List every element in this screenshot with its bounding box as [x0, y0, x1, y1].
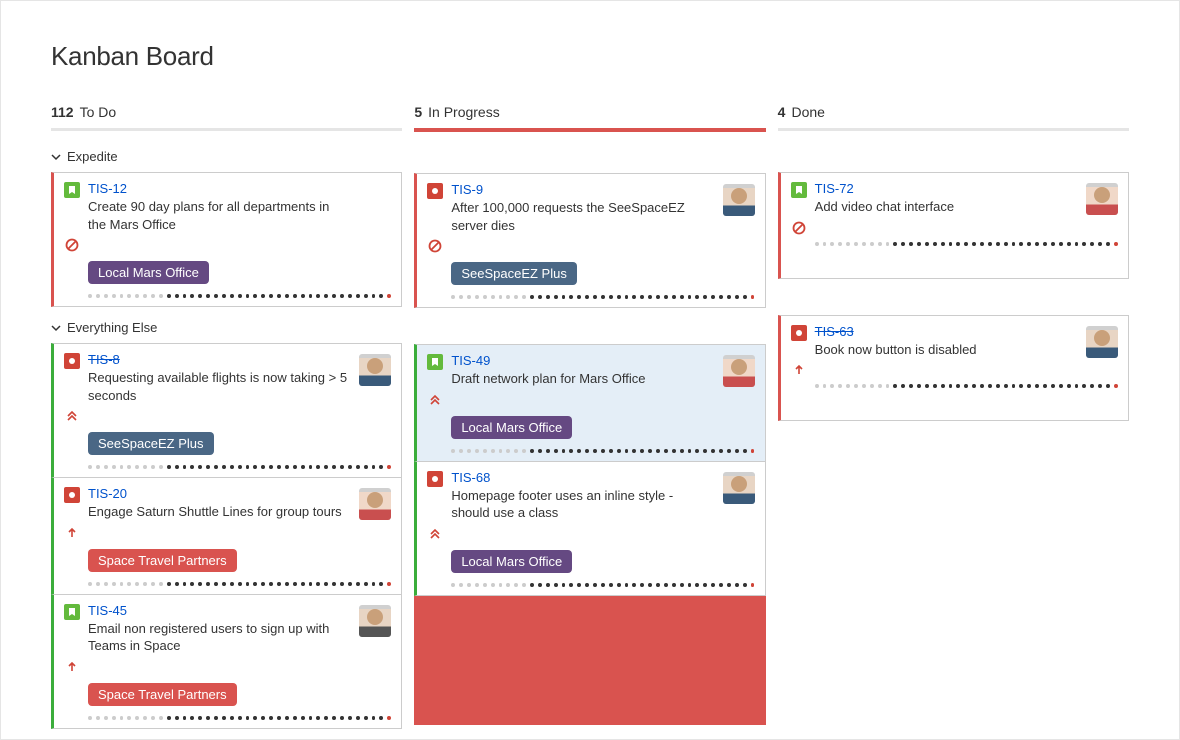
column-done: 4 Done x TIS-72 Add video chat interface [778, 104, 1129, 728]
days-in-column [88, 582, 391, 586]
bug-icon [64, 487, 80, 503]
days-in-column [88, 294, 391, 298]
assignee-avatar[interactable] [723, 355, 755, 387]
issue-summary: Book now button is disabled [815, 341, 977, 359]
column-inprogress: 5 In Progress x TIS-9 After 100,000 requ… [414, 104, 765, 728]
days-in-column [815, 384, 1118, 388]
wip-limit-exceeded-area [414, 595, 765, 725]
epic-label[interactable]: Local Mars Office [88, 261, 209, 284]
issue-summary: Requesting available flights is now taki… [88, 369, 348, 404]
issue-summary: Engage Saturn Shuttle Lines for group to… [88, 503, 342, 521]
issue-summary: Email non registered users to sign up wi… [88, 620, 348, 655]
bug-icon [427, 183, 443, 199]
blocker-icon [427, 238, 443, 254]
issue-card[interactable]: TIS-9 After 100,000 requests the SeeSpac… [414, 173, 765, 308]
bug-icon [64, 353, 80, 369]
issue-key: TIS-68 [451, 470, 711, 485]
lane-toggle-expedite[interactable]: Expedite [51, 135, 402, 172]
days-in-column [451, 295, 754, 299]
blocker-icon [64, 237, 80, 253]
lane-toggle-everything[interactable]: Everything Else [51, 306, 402, 343]
chevron-down-icon [51, 323, 61, 333]
story-icon [427, 354, 443, 370]
column-limit-bar [414, 128, 765, 132]
issue-card[interactable]: TIS-63 Book now button is disabled [778, 315, 1129, 422]
epic-label[interactable]: Space Travel Partners [88, 549, 237, 572]
column-count: 5 [414, 104, 422, 120]
epic-label[interactable]: Space Travel Partners [88, 683, 237, 706]
epic-label[interactable]: Local Mars Office [451, 416, 572, 439]
issue-key: TIS-45 [88, 603, 348, 618]
days-in-column [88, 465, 391, 469]
highest-priority-icon [427, 392, 443, 408]
issue-card[interactable]: TIS-68 Homepage footer uses an inline st… [414, 461, 765, 596]
assignee-avatar[interactable] [723, 184, 755, 216]
bug-icon [791, 325, 807, 341]
story-icon [64, 182, 80, 198]
issue-card[interactable]: TIS-45 Email non registered users to sig… [51, 594, 402, 729]
days-in-column [88, 716, 391, 720]
assignee-avatar[interactable] [359, 488, 391, 520]
highest-priority-icon [64, 408, 80, 424]
column-limit-bar [51, 128, 402, 131]
issue-key: TIS-63 [815, 324, 977, 339]
column-name: In Progress [428, 104, 500, 120]
column-count: 4 [778, 104, 786, 120]
days-in-column [451, 449, 754, 453]
high-priority-icon [64, 659, 80, 675]
issue-summary: Homepage footer uses an inline style - s… [451, 487, 711, 522]
column-limit-bar [778, 128, 1129, 131]
days-in-column [451, 583, 754, 587]
chevron-down-icon [51, 152, 61, 162]
column-name: Done [791, 104, 824, 120]
issue-summary: Create 90 day plans for all departments … [88, 198, 348, 233]
issue-card[interactable]: TIS-72 Add video chat interface [778, 172, 1129, 279]
column-header: 5 In Progress [414, 104, 765, 128]
issue-key: TIS-49 [451, 353, 645, 368]
column-header: 112 To Do [51, 104, 402, 128]
issue-card[interactable]: TIS-49 Draft network plan for Mars Offic… [414, 344, 765, 462]
issue-key: TIS-12 [88, 181, 348, 196]
column-todo: 112 To Do Expedite TIS-12 [51, 104, 402, 728]
assignee-avatar[interactable] [359, 605, 391, 637]
issue-card[interactable]: TIS-12 Create 90 day plans for all depar… [51, 172, 402, 307]
days-in-column [815, 242, 1118, 246]
page-title: Kanban Board [51, 41, 1129, 72]
column-count: 112 [51, 104, 74, 120]
issue-key: TIS-20 [88, 486, 342, 501]
story-icon [791, 182, 807, 198]
assignee-avatar[interactable] [723, 472, 755, 504]
lane-label: Everything Else [67, 320, 157, 335]
issue-summary: Draft network plan for Mars Office [451, 370, 645, 388]
story-icon [64, 604, 80, 620]
highest-priority-icon [427, 526, 443, 542]
assignee-avatar[interactable] [359, 354, 391, 386]
column-header: 4 Done [778, 104, 1129, 128]
assignee-avatar[interactable] [1086, 183, 1118, 215]
epic-label[interactable]: Local Mars Office [451, 550, 572, 573]
issue-card[interactable]: TIS-20 Engage Saturn Shuttle Lines for g… [51, 477, 402, 595]
issue-summary: After 100,000 requests the SeeSpaceEZ se… [451, 199, 711, 234]
issue-summary: Add video chat interface [815, 198, 954, 216]
kanban-board: Kanban Board 112 To Do Expedite [0, 0, 1180, 740]
high-priority-icon [64, 525, 80, 541]
epic-label[interactable]: SeeSpaceEZ Plus [88, 432, 214, 455]
bug-icon [427, 471, 443, 487]
column-name: To Do [80, 104, 117, 120]
assignee-avatar[interactable] [1086, 326, 1118, 358]
high-priority-icon [791, 362, 807, 378]
issue-key: TIS-9 [451, 182, 711, 197]
columns: 112 To Do Expedite TIS-12 [51, 104, 1129, 728]
issue-key: TIS-8 [88, 352, 348, 367]
issue-card[interactable]: TIS-8 Requesting available flights is no… [51, 343, 402, 478]
issue-key: TIS-72 [815, 181, 954, 196]
lane-label: Expedite [67, 149, 118, 164]
epic-label[interactable]: SeeSpaceEZ Plus [451, 262, 577, 285]
blocker-icon [791, 220, 807, 236]
